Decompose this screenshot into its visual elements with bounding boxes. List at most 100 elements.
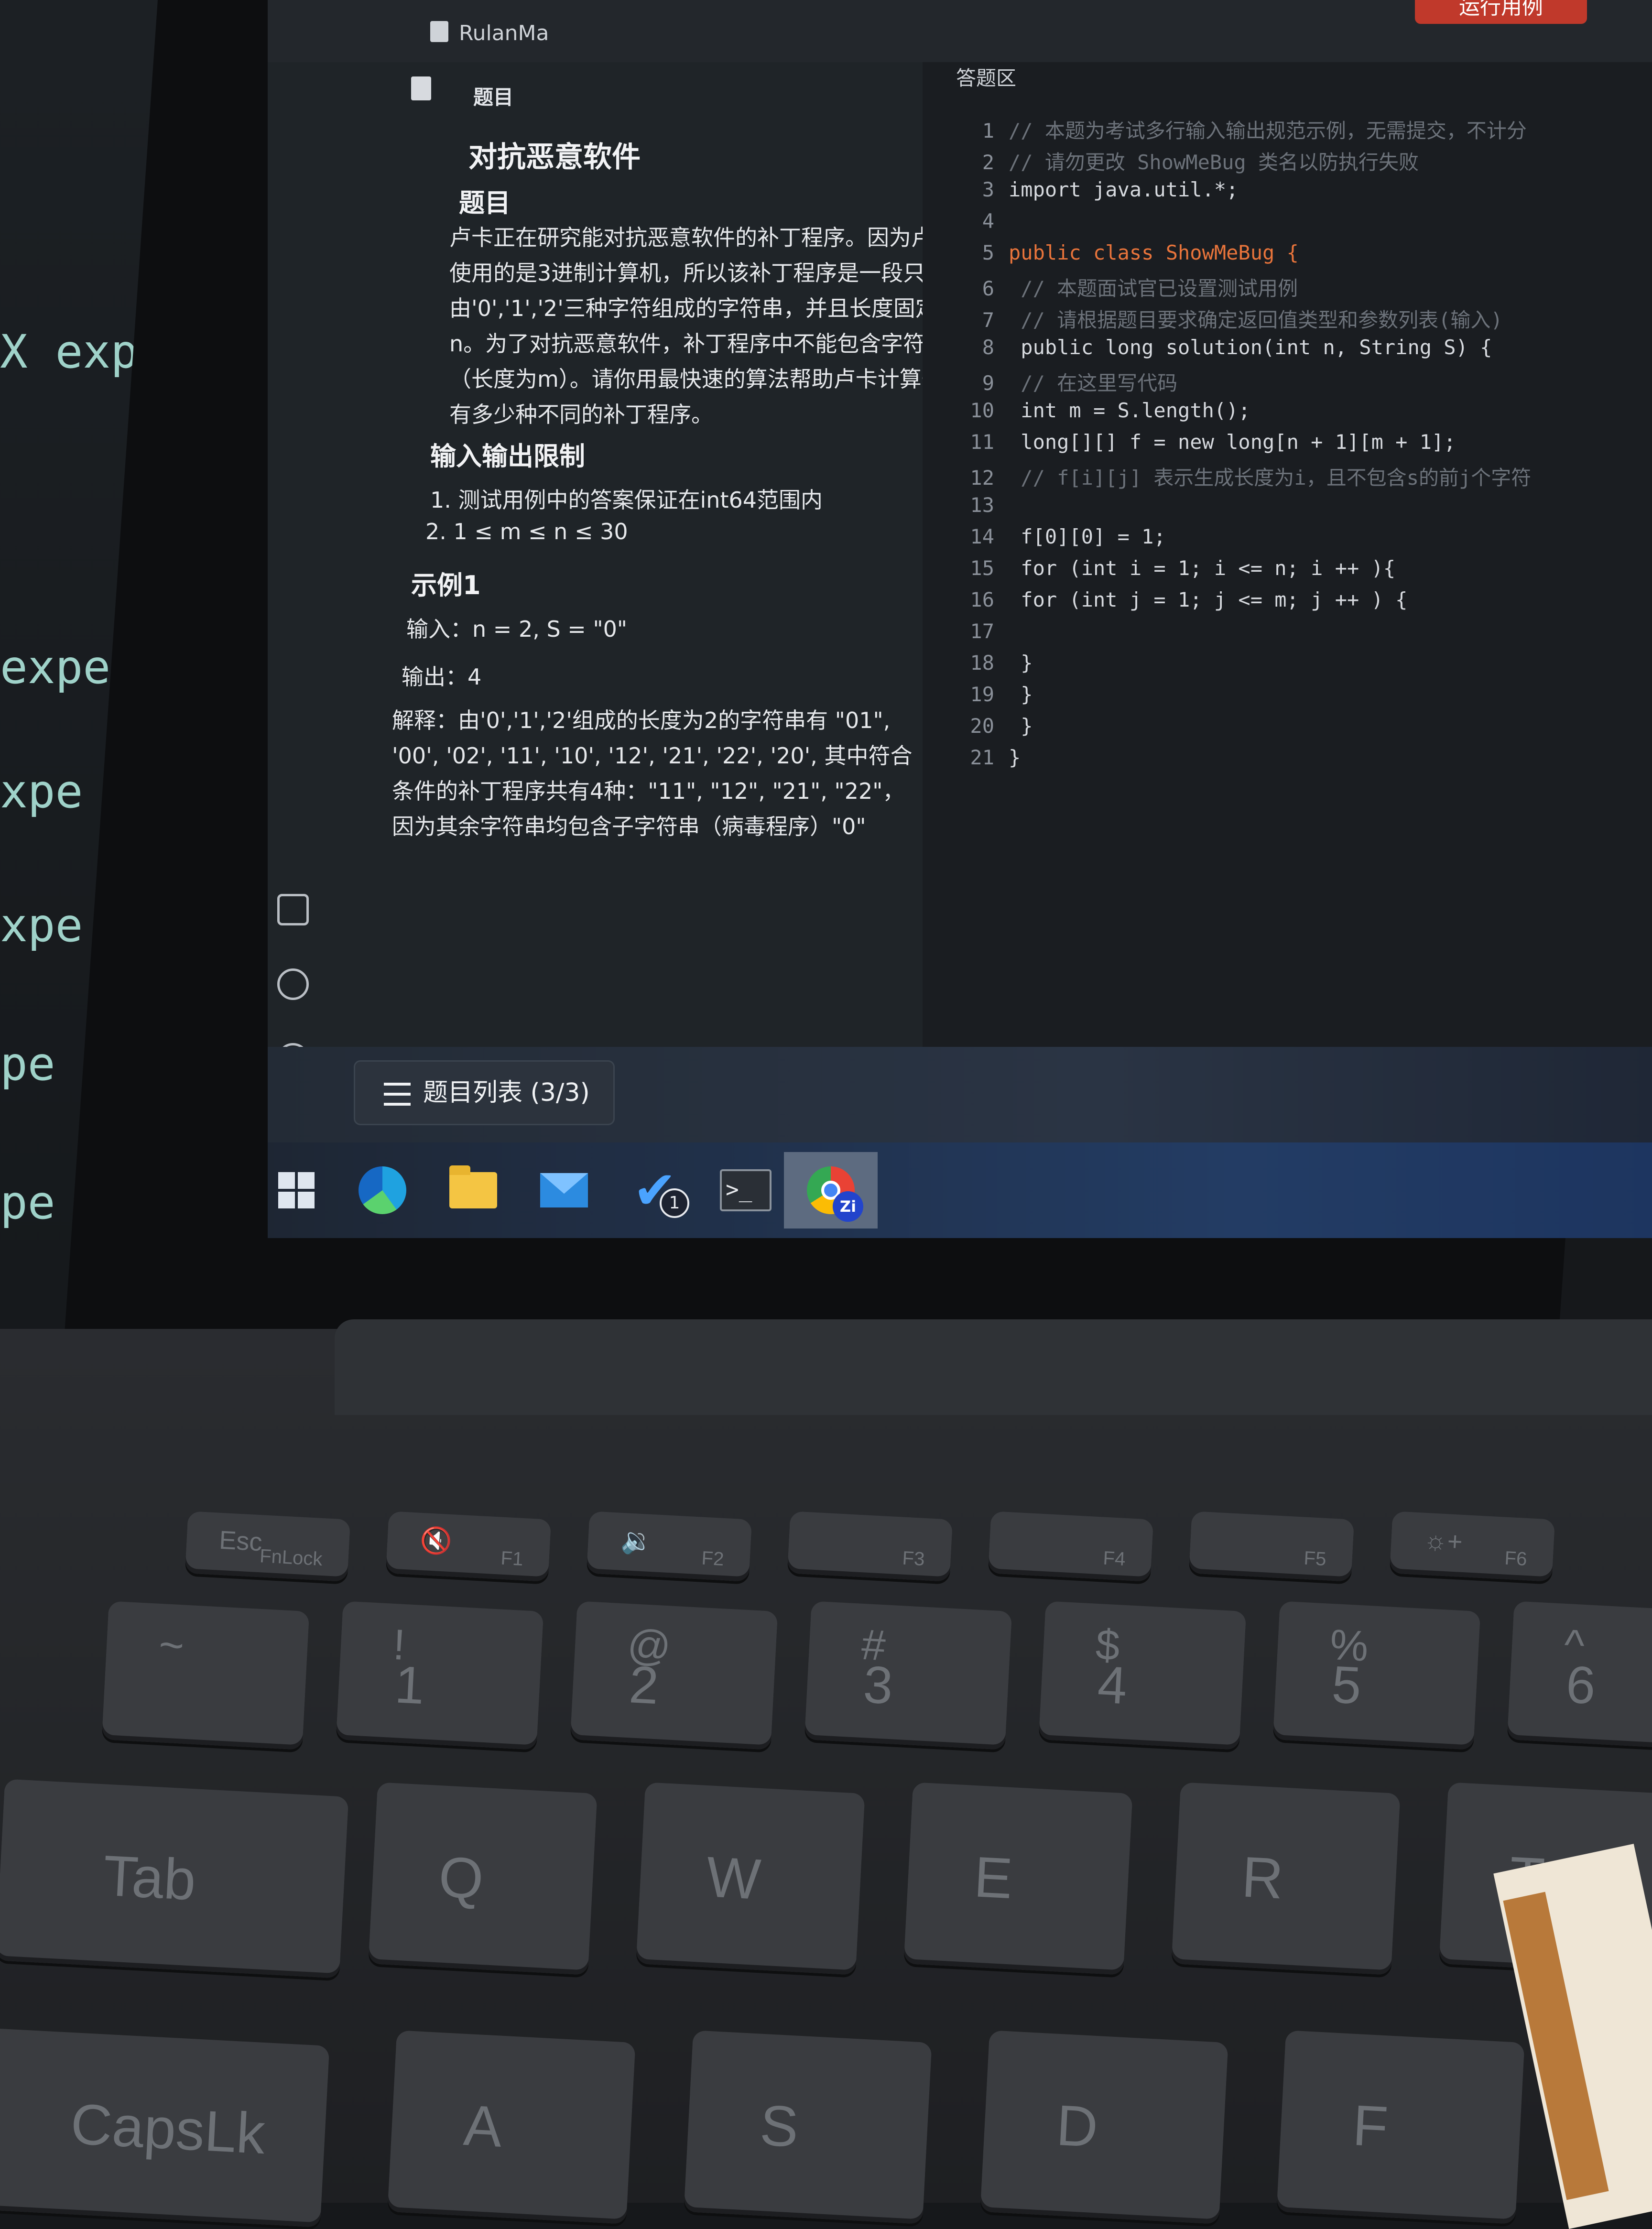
code-text: // 请勿更改 ShowMeBug 类名以防执行失败 <box>1009 151 1419 174</box>
code-line[interactable]: 2 // 请勿更改 ShowMeBug 类名以防执行失败 <box>961 146 1419 177</box>
tab-key[interactable]: Tab <box>0 1779 349 1979</box>
letter-key[interactable]: Q <box>368 1782 598 1975</box>
app-tab-title[interactable]: RulanMa <box>459 21 549 45</box>
code-text: for (int i = 1; i <= n; i ++ ){ <box>1009 556 1396 580</box>
function-key[interactable]: F3 <box>787 1511 953 1582</box>
edge-icon[interactable] <box>354 1162 411 1219</box>
code-line[interactable]: 17 <box>961 620 1009 650</box>
letter-key[interactable]: W <box>636 1782 865 1975</box>
code-line[interactable]: 13 <box>961 493 1009 524</box>
section-heading-problem: 题目 <box>459 188 511 218</box>
line-number: 14 <box>970 525 994 548</box>
code-text: for (int j = 1; j <= m; j ++ ) { <box>1009 588 1408 611</box>
file-explorer-icon[interactable] <box>445 1162 502 1219</box>
key-label: F3 <box>902 1547 925 1570</box>
code-text: long[][] f = new long[n + 1][m + 1]; <box>1009 430 1456 454</box>
key-label: 2 <box>628 1655 660 1716</box>
line-number: 8 <box>982 336 994 359</box>
letter-key[interactable]: R <box>1171 1782 1401 1975</box>
key-label: F <box>1351 2093 1390 2159</box>
line-number: 12 <box>970 466 994 489</box>
line-number: 10 <box>970 399 994 422</box>
key-label: F6 <box>1504 1547 1528 1570</box>
problem-description: 卢卡正在研究能对抗恶意软件的补丁程序。因为卢卡使用的是3进制计算机，所以该补丁程… <box>449 225 966 427</box>
line-number: 6 <box>982 277 994 300</box>
code-line[interactable]: 6 // 本题面试官已设置测试用例 <box>961 272 1298 303</box>
key-label: 4 <box>1096 1655 1129 1716</box>
run-testcase-button[interactable]: 运行用例 <box>1415 0 1587 24</box>
number-key[interactable]: ~ <box>101 1601 310 1750</box>
function-key[interactable]: 🔉 F2 <box>586 1511 752 1582</box>
code-line[interactable]: 4 <box>961 209 1009 240</box>
terminal-icon[interactable]: >_ <box>717 1162 774 1219</box>
code-text: } <box>1009 714 1033 738</box>
code-line[interactable]: 19 } <box>961 683 1032 713</box>
function-key[interactable]: F5 <box>1188 1511 1355 1582</box>
number-key[interactable]: $4 <box>1038 1601 1247 1750</box>
key-label: Tab <box>101 1843 197 1913</box>
capslock-key[interactable]: CapsLk <box>0 2027 330 2228</box>
number-key[interactable]: ! 1 <box>336 1601 544 1750</box>
letter-key[interactable]: A <box>387 2030 636 2224</box>
letter-key[interactable]: E <box>903 1782 1133 1975</box>
key-label: Esc <box>218 1525 263 1557</box>
tab-problem[interactable]: 题目 <box>473 81 513 110</box>
code-line[interactable]: 3 import java.util.*; <box>961 178 1239 208</box>
windows-start-icon[interactable] <box>268 1162 325 1219</box>
code-line[interactable]: 21} <box>961 746 1021 776</box>
chrome-icon[interactable]: Zi <box>784 1152 878 1229</box>
line-number: 21 <box>970 746 994 769</box>
example-output: 输出：4 <box>402 664 482 690</box>
function-key[interactable]: Esc FnLock <box>185 1511 351 1582</box>
code-line[interactable]: 15 for (int i = 1; i <= n; i ++ ){ <box>961 556 1395 587</box>
number-key[interactable]: #3 <box>804 1601 1012 1750</box>
letter-key[interactable]: S <box>684 2030 932 2224</box>
todo-icon[interactable]: ✔ 1 <box>626 1162 689 1219</box>
code-text: // 本题为考试多行输入输出规范示例，无需提交，不计分 <box>1009 119 1527 142</box>
function-key[interactable]: 🔇 F1 <box>385 1511 552 1582</box>
mail-icon[interactable] <box>535 1162 593 1219</box>
line-number: 9 <box>982 371 994 395</box>
line-number: 7 <box>982 308 994 332</box>
number-key[interactable]: ^ 6 <box>1507 1601 1652 1750</box>
key-label: F1 <box>500 1547 524 1570</box>
function-key[interactable]: F4 <box>988 1511 1154 1582</box>
letter-key[interactable]: D <box>980 2030 1228 2224</box>
code-text: // 请根据题目要求确定返回值类型和参数列表(输入) <box>1009 308 1503 332</box>
key-label: W <box>705 1844 762 1912</box>
letter-key[interactable]: F <box>1276 2030 1525 2224</box>
code-line[interactable]: 5 public class ShowMeBug { <box>961 241 1299 272</box>
code-line[interactable]: 11 long[][] f = new long[n + 1][m + 1]; <box>961 430 1456 461</box>
problem-list-button[interactable]: 题目列表 (3/3) <box>354 1060 615 1125</box>
key-label: ☼+ <box>1423 1525 1464 1556</box>
code-line[interactable]: 8 public long solution(int n, String S) … <box>961 336 1492 366</box>
app-bottom-bar: 题目列表 (3/3) <box>268 1047 1652 1142</box>
terminal-line: xpe <box>0 899 83 952</box>
code-line[interactable]: 1 // 本题为考试多行输入输出规范示例，无需提交，不计分 <box>961 115 1527 145</box>
code-line[interactable]: 14 f[0][0] = 1; <box>961 525 1165 555</box>
notes-icon[interactable] <box>277 894 309 925</box>
key-label: D <box>1054 2093 1100 2159</box>
function-key[interactable]: ☼+ F6 <box>1389 1511 1555 1582</box>
code-line[interactable]: 7 // 请根据题目要求确定返回值类型和参数列表(输入) <box>961 304 1503 335</box>
code-line[interactable]: 20 } <box>961 714 1033 745</box>
line-number: 18 <box>970 651 994 674</box>
number-key[interactable]: % 5 <box>1272 1601 1481 1750</box>
key-label: CapsLk <box>69 2091 267 2166</box>
key-label: FnLock <box>259 1545 323 1570</box>
code-line[interactable]: 9 // 在这里写代码 <box>961 367 1177 398</box>
chrome-profile-badge: Zi <box>833 1191 863 1222</box>
code-line[interactable]: 12 // f[i][j] 表示生成长度为i，且不包含s的前j个字符 <box>961 462 1531 492</box>
app-header: RulanMa 运行用例 <box>268 0 1652 62</box>
code-line[interactable]: 18 } <box>961 651 1032 682</box>
code-line[interactable]: 16 for (int j = 1; j <= m; j ++ ) { <box>961 588 1407 619</box>
problem-title: 对抗恶意软件 <box>468 141 641 174</box>
number-key[interactable]: @2 <box>570 1601 778 1750</box>
code-line[interactable]: 10 int m = S.length(); <box>961 399 1250 429</box>
key-label: 🔉 <box>620 1525 654 1556</box>
code-text: } <box>1009 746 1021 769</box>
code-text: import java.util.*; <box>1009 178 1239 201</box>
key-label: 3 <box>862 1655 894 1716</box>
line-number: 19 <box>970 683 994 706</box>
settings-icon[interactable] <box>277 968 309 1000</box>
